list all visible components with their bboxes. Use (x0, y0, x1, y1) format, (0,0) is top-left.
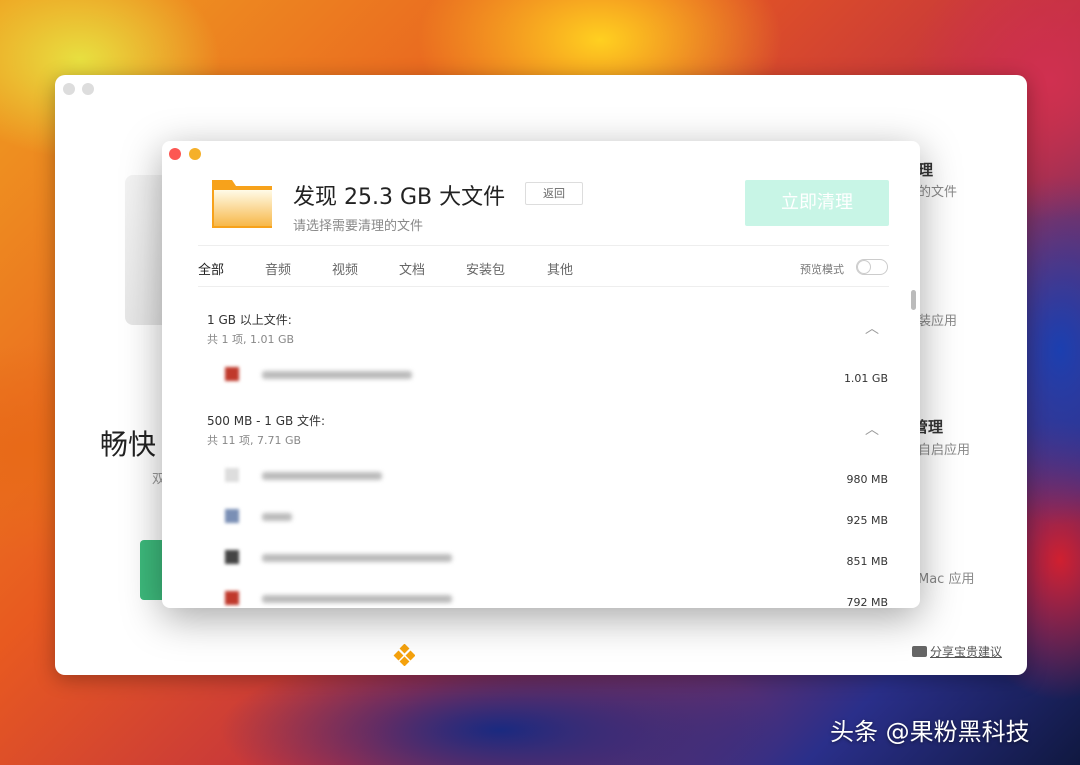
tab-other[interactable]: 其他 (547, 259, 573, 278)
clean-now-button[interactable]: 立即清理 (745, 180, 889, 226)
file-icon (225, 468, 239, 482)
chat-icon (912, 646, 927, 657)
section-summary: 共 1 项, 1.01 GB (207, 331, 294, 347)
feature-desc: 自启应用 (918, 439, 970, 458)
app-logo-icon (393, 644, 415, 666)
tab-audio[interactable]: 音频 (265, 259, 291, 278)
file-size: 925 MB (846, 514, 888, 527)
close-button[interactable] (169, 148, 181, 160)
file-name-blurred (262, 472, 382, 480)
large-files-dialog: 发现 25.3 GB 大文件 请选择需要清理的文件 返回 立即清理 全部 音频 … (162, 141, 920, 608)
file-name-blurred (262, 371, 412, 379)
file-icon (225, 367, 239, 381)
feedback-link[interactable]: 分享宝贵建议 (912, 643, 1002, 660)
preview-mode-toggle[interactable] (856, 259, 888, 275)
feedback-label: 分享宝贵建议 (930, 643, 1002, 660)
watermark: 头条 @果粉黑科技 (830, 712, 1030, 747)
scrollbar[interactable] (911, 290, 916, 310)
preview-mode-label: 预览模式 (800, 261, 844, 277)
file-icon (225, 591, 239, 605)
file-size: 980 MB (846, 473, 888, 486)
section-title: 1 GB 以上文件: (207, 311, 292, 328)
hero-heading: 畅快 (100, 423, 156, 463)
minimize-button-inactive[interactable] (82, 83, 94, 95)
tab-installers[interactable]: 安装包 (466, 259, 505, 278)
close-button-inactive[interactable] (63, 83, 75, 95)
tab-video[interactable]: 视频 (332, 259, 358, 278)
feature-desc: Mac 应用 (918, 568, 974, 587)
file-name-blurred (262, 513, 292, 521)
feature-desc: 的文件 (918, 181, 957, 200)
chevron-up-icon[interactable]: ︿ (865, 419, 879, 439)
tab-documents[interactable]: 文档 (399, 259, 425, 278)
feature-title: 理 (918, 159, 933, 180)
section-title: 500 MB - 1 GB 文件: (207, 412, 325, 429)
file-icon (225, 509, 239, 523)
dialog-subtitle: 请选择需要清理的文件 (293, 215, 423, 234)
minimize-button[interactable] (189, 148, 201, 160)
file-size: 792 MB (846, 596, 888, 608)
file-size: 1.01 GB (844, 372, 888, 385)
file-name-blurred (262, 554, 452, 562)
file-icon (225, 550, 239, 564)
section-summary: 共 11 项, 7.71 GB (207, 432, 301, 448)
divider (198, 245, 889, 246)
dialog-title: 发现 25.3 GB 大文件 (293, 179, 505, 211)
folder-icon (210, 178, 274, 228)
file-name-blurred (262, 595, 452, 603)
tab-all[interactable]: 全部 (198, 259, 224, 278)
feature-desc: 装应用 (918, 310, 957, 329)
file-size: 851 MB (846, 555, 888, 568)
chevron-up-icon[interactable]: ︿ (865, 318, 879, 338)
back-button[interactable]: 返回 (525, 182, 583, 205)
divider (198, 286, 889, 287)
